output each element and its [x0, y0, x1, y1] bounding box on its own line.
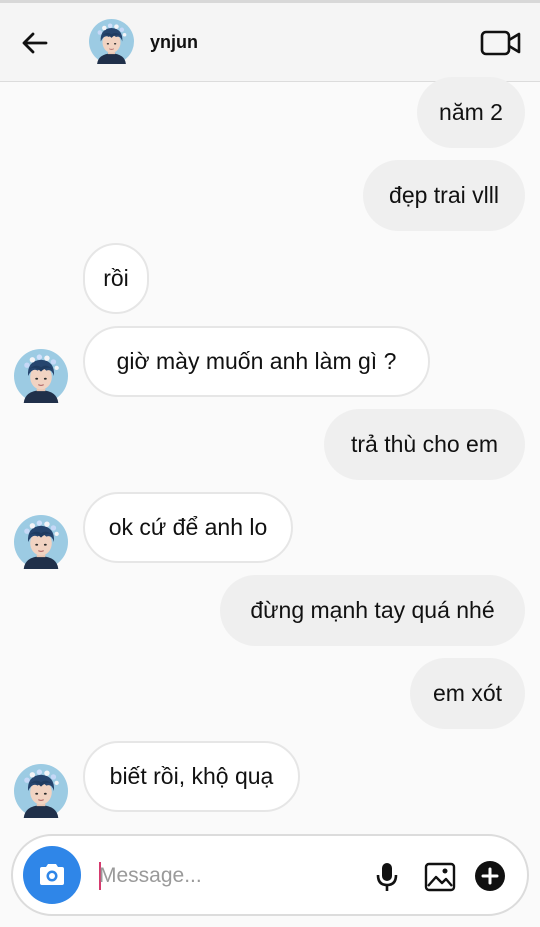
message-input[interactable]: [99, 858, 329, 894]
message-bubble-incoming[interactable]: ok cứ để anh lo: [83, 492, 293, 563]
contact-avatar[interactable]: [89, 19, 134, 64]
contact-avatar-message[interactable]: [14, 764, 68, 818]
message-bubble-outgoing[interactable]: năm 2: [417, 77, 525, 148]
microphone-icon: [376, 863, 398, 891]
video-call-button[interactable]: [478, 25, 524, 61]
contact-username[interactable]: ynjun: [150, 32, 198, 53]
message-bubble-incoming[interactable]: giờ mày muốn anh làm gì ?: [83, 326, 430, 397]
contact-avatar-message[interactable]: [14, 515, 68, 569]
camera-button[interactable]: [23, 846, 81, 904]
message-bubble-incoming[interactable]: rồi: [83, 243, 149, 314]
voice-message-button[interactable]: [369, 858, 405, 896]
plus-circle-icon: [475, 861, 505, 891]
message-bubble-outgoing[interactable]: đừng mạnh tay quá nhé: [220, 575, 525, 646]
message-bubble-incoming[interactable]: biết rồi, khộ quạ: [83, 741, 300, 812]
camera-icon: [40, 864, 64, 885]
image-icon: [424, 862, 456, 892]
message-composer: [11, 834, 529, 916]
video-camera-icon: [480, 30, 521, 56]
back-button[interactable]: [14, 25, 54, 61]
chat-header: ynjun: [0, 3, 540, 82]
more-options-button[interactable]: [471, 857, 509, 895]
message-bubble-outgoing[interactable]: đẹp trai vlll: [363, 160, 525, 231]
message-bubble-outgoing[interactable]: trả thù cho em: [324, 409, 525, 480]
message-bubble-outgoing[interactable]: em xót: [410, 658, 525, 729]
gallery-button[interactable]: [421, 858, 459, 896]
contact-avatar-message[interactable]: [14, 349, 68, 403]
arrow-left-icon: [22, 32, 48, 54]
